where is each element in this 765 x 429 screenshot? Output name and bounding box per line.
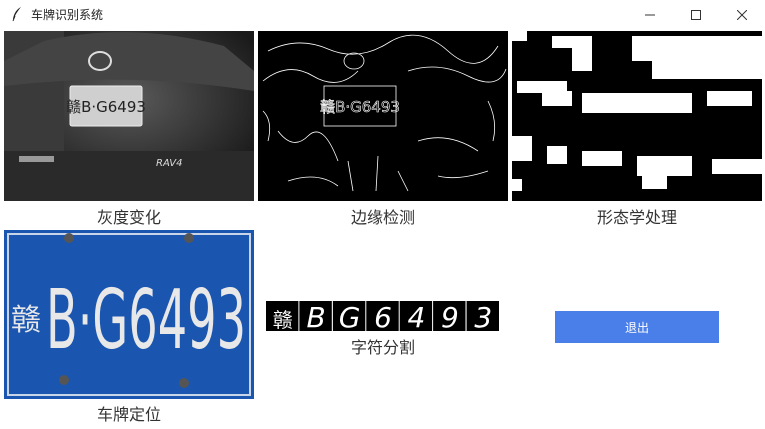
maximize-button[interactable] xyxy=(673,0,719,29)
svg-text:4: 4 xyxy=(407,301,425,331)
window-title: 车牌识别系统 xyxy=(31,8,104,22)
minimize-button[interactable] xyxy=(627,0,673,29)
segmented-char-7: 3 xyxy=(466,301,499,331)
gray-plate-text: 赣B·G6493 xyxy=(66,98,146,116)
edge-detection-image: 赣B·G6493 xyxy=(258,31,508,201)
quit-button[interactable]: 退出 xyxy=(555,311,719,343)
segmented-char-1: 赣 xyxy=(266,301,299,331)
segmented-char-3: G xyxy=(332,301,366,331)
edge-detection-caption: 边缘检测 xyxy=(350,208,415,227)
morphology-image xyxy=(512,31,762,201)
segmented-char-5: 4 xyxy=(399,301,433,331)
segmented-char-4: 6 xyxy=(366,301,399,331)
svg-text:B: B xyxy=(306,301,325,331)
morphology-caption: 形态学处理 xyxy=(596,208,677,227)
segmented-char-6: 9 xyxy=(433,301,466,331)
minimize-icon xyxy=(645,14,655,15)
character-segmentation-strip: 赣BG6493 xyxy=(266,301,500,331)
close-button[interactable] xyxy=(719,0,765,29)
segmented-char-2: B xyxy=(299,301,332,331)
grayscale-caption: 灰度变化 xyxy=(96,208,161,227)
edge-plate-text: 赣B·G6493 xyxy=(320,98,400,116)
plate-location-caption: 车牌定位 xyxy=(96,405,161,424)
svg-text:RAV4: RAV4 xyxy=(156,158,183,169)
plate-location-image: 赣 B·G6493 xyxy=(4,230,254,399)
svg-text:6: 6 xyxy=(374,301,392,331)
plate-number-text: B·G6493 xyxy=(46,273,246,368)
svg-text:9: 9 xyxy=(441,301,459,331)
character-segmentation-caption: 字符分割 xyxy=(350,338,415,357)
svg-text:3: 3 xyxy=(474,301,492,331)
title-bar: 车牌识别系统 xyxy=(0,0,765,29)
maximize-icon xyxy=(691,9,701,20)
feather-icon xyxy=(12,7,21,22)
main-content: 赣B·G6493 RAV4 灰度变化 赣B·G6493 边缘检测 形态学处理 赣… xyxy=(0,29,765,429)
close-icon xyxy=(737,9,747,20)
svg-text:G: G xyxy=(339,301,361,331)
plate-province-char: 赣 xyxy=(11,303,41,338)
svg-text:赣: 赣 xyxy=(273,308,293,331)
grayscale-image: 赣B·G6493 RAV4 xyxy=(4,31,254,201)
